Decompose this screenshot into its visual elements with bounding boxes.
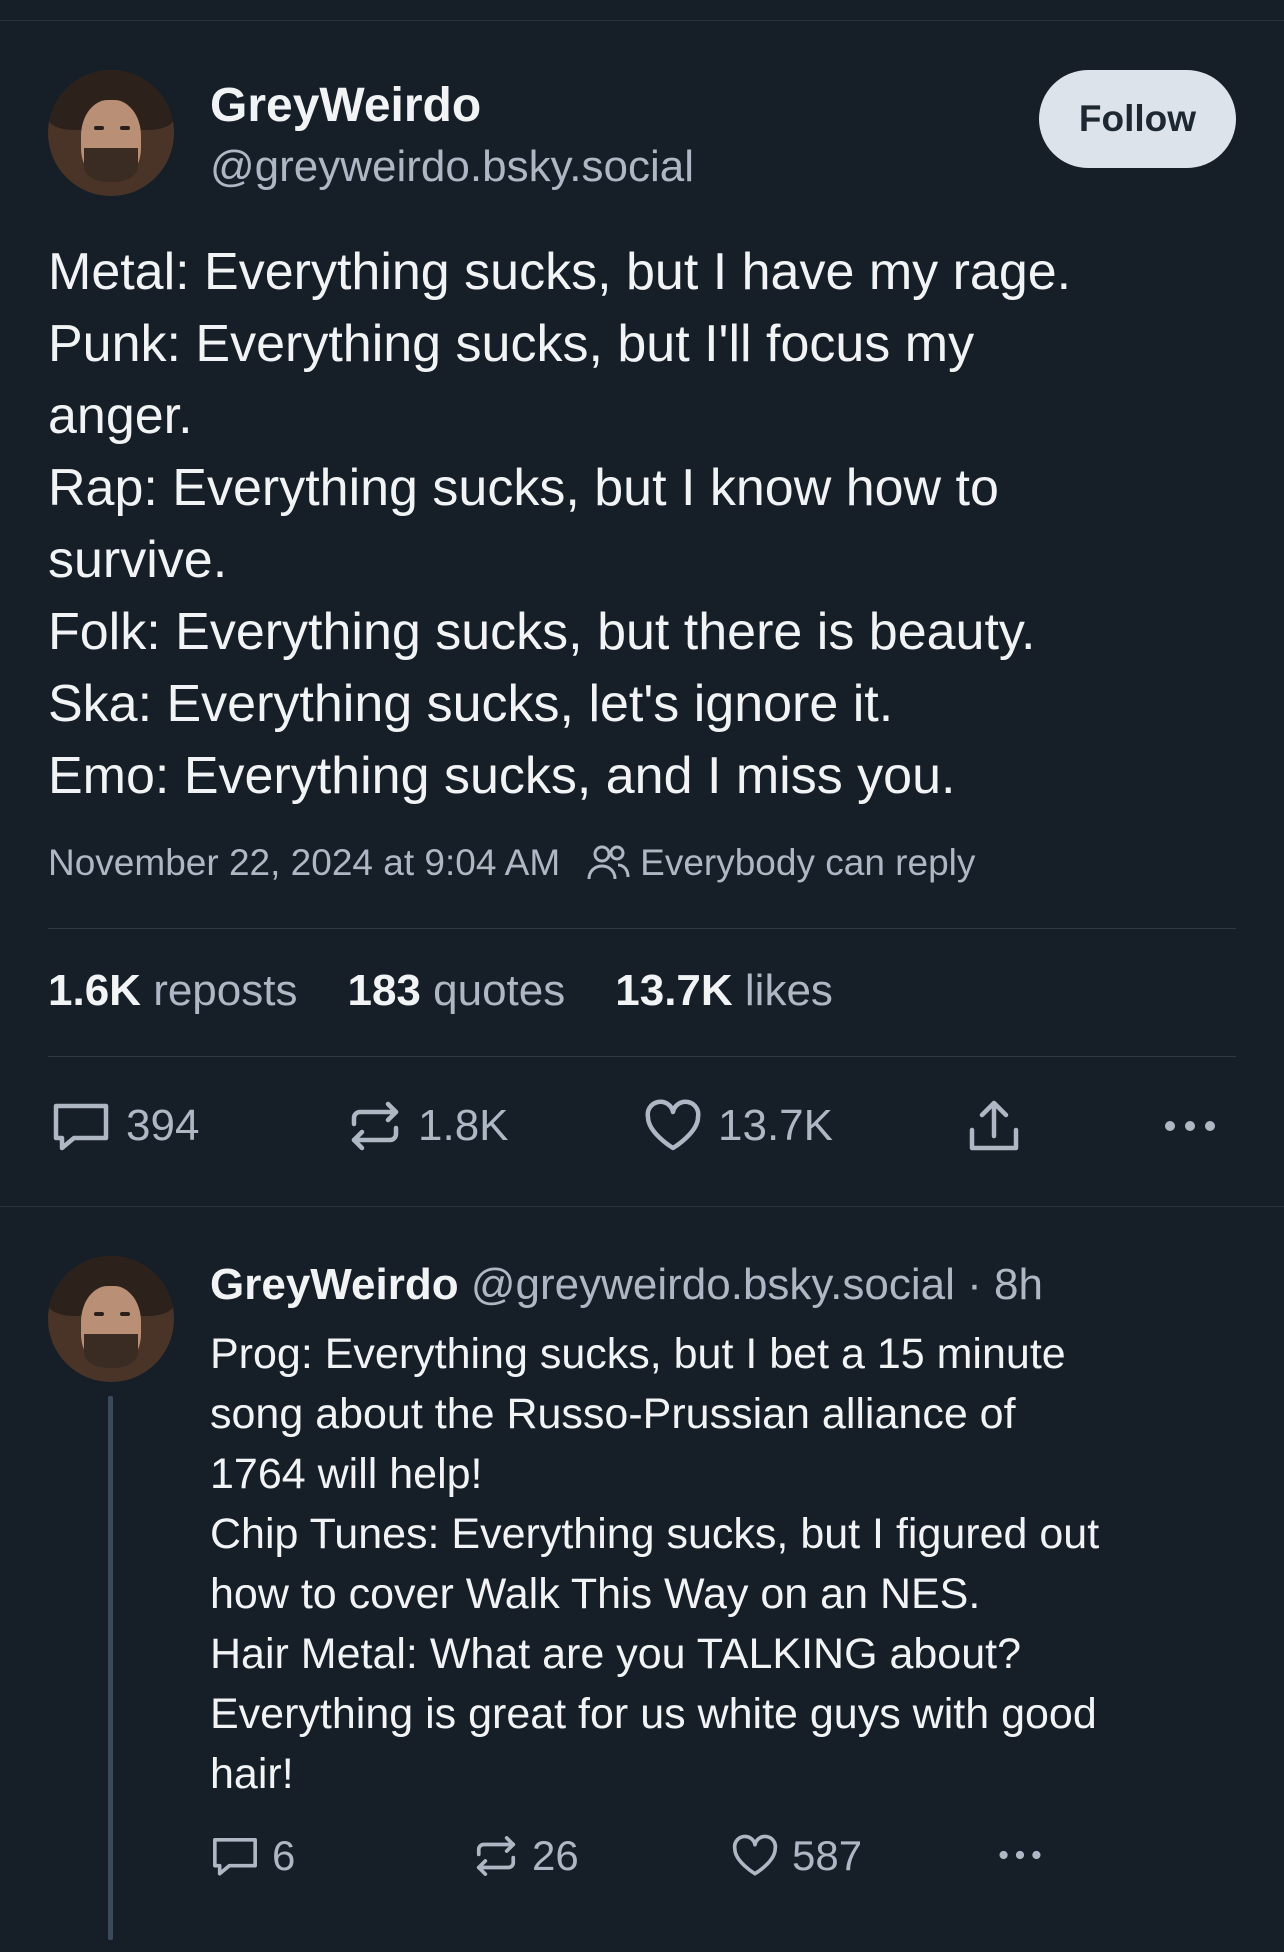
top-divider [0, 20, 1284, 21]
comment-icon [53, 1103, 109, 1151]
likes-count: 13.7K [615, 966, 733, 1015]
divider [48, 928, 1236, 929]
reply-avatar[interactable] [48, 1256, 174, 1382]
repost-count: 1.8K [418, 1101, 509, 1150]
reply-text: Prog: Everything sucks, but I bet a 15 m… [210, 1324, 1250, 1804]
post-stats: 1.6K reposts 183 quotes 13.7K likes [48, 966, 883, 1016]
author-name[interactable]: GreyWeirdo [210, 78, 481, 133]
post-actions: 394 1.8K 13.7K [0, 1098, 1284, 1162]
reposts-stat[interactable]: 1.6K reposts [48, 966, 297, 1016]
reply-setting: Everybody can reply [586, 842, 975, 884]
reply-repost-button[interactable]: 26 [472, 1832, 579, 1880]
repost-button[interactable]: 1.8K [346, 1098, 509, 1154]
reply-like-count: 587 [792, 1832, 863, 1879]
reply-like-button[interactable]: 587 [730, 1832, 862, 1880]
reply-time: · 8h [967, 1260, 1043, 1309]
reposts-label: reposts [153, 966, 298, 1015]
reply-button[interactable]: 394 [50, 1098, 199, 1154]
quotes-stat[interactable]: 183 quotes [347, 966, 565, 1016]
more-icon [1165, 1121, 1215, 1131]
post-timestamp: November 22, 2024 at 9:04 AM [48, 842, 561, 883]
quotes-label: quotes [433, 966, 566, 1015]
like-count: 13.7K [718, 1101, 833, 1150]
reply-text-line: Everything is great for us white guys wi… [210, 1690, 1097, 1738]
reply-text-line: Hair Metal: What are you TALKING about? [210, 1630, 1021, 1678]
thread-line [108, 1396, 113, 1940]
reply-repost-count: 26 [532, 1832, 579, 1879]
post-text-line: Ska: Everything sucks, let's ignore it. [48, 675, 894, 733]
reply-more-button[interactable] [992, 1832, 1060, 1878]
reply-text-line: 1764 will help! [210, 1450, 483, 1498]
likes-stat[interactable]: 13.7K likes [615, 966, 833, 1016]
reply-setting-label: Everybody can reply [640, 842, 976, 883]
reply-text-line: hair! [210, 1750, 294, 1798]
reply-header: GreyWeirdo @greyweirdo.bsky.social · 8h [210, 1260, 1043, 1310]
post-text-line: Metal: Everything sucks, but I have my r… [48, 243, 1072, 301]
post-text-line: Folk: Everything sucks, but there is bea… [48, 603, 1036, 661]
post-text: Metal: Everything sucks, but I have my r… [48, 236, 1238, 812]
divider [48, 1056, 1236, 1057]
reply-text-line: song about the Russo-Prussian alliance o… [210, 1390, 1016, 1438]
follow-button[interactable]: Follow [1039, 70, 1236, 168]
share-button[interactable] [964, 1098, 1038, 1156]
people-icon [587, 845, 630, 880]
quotes-count: 183 [347, 966, 421, 1015]
heart-icon [645, 1099, 701, 1151]
like-button[interactable]: 13.7K [642, 1098, 833, 1154]
reply-reply-count: 6 [272, 1832, 296, 1879]
post-text-line: Punk: Everything sucks, but I'll focus m… [48, 315, 975, 373]
reply-author-name[interactable]: GreyWeirdo [210, 1260, 459, 1309]
reply-text-line: Chip Tunes: Everything sucks, but I figu… [210, 1510, 1100, 1558]
reposts-count: 1.6K [48, 966, 141, 1015]
section-divider [0, 1206, 1284, 1207]
reply-text-line: how to cover Walk This Way on an NES. [210, 1570, 981, 1618]
author-handle[interactable]: @greyweirdo.bsky.social [210, 142, 694, 192]
heart-icon [732, 1834, 778, 1876]
post-text-line: Emo: Everything sucks, and I miss you. [48, 747, 956, 805]
reply-author-handle[interactable]: @greyweirdo.bsky.social [471, 1260, 955, 1309]
reply-reply-button[interactable]: 6 [210, 1832, 295, 1880]
share-icon [969, 1100, 1019, 1151]
reply-text-line: Prog: Everything sucks, but I bet a 15 m… [210, 1330, 1066, 1378]
post-text-line: survive. [48, 531, 228, 589]
avatar[interactable] [48, 70, 174, 196]
reply-count: 394 [126, 1101, 200, 1150]
more-button[interactable] [1160, 1098, 1234, 1154]
post-meta: November 22, 2024 at 9:04 AM Everybody c… [48, 842, 975, 884]
repost-icon [351, 1101, 399, 1151]
likes-label: likes [744, 966, 833, 1015]
post-text-line: Rap: Everything sucks, but I know how to [48, 459, 999, 517]
repost-icon [476, 1836, 516, 1876]
comment-icon [213, 1838, 257, 1876]
post-text-line: anger. [48, 387, 193, 445]
more-icon [999, 1850, 1041, 1860]
